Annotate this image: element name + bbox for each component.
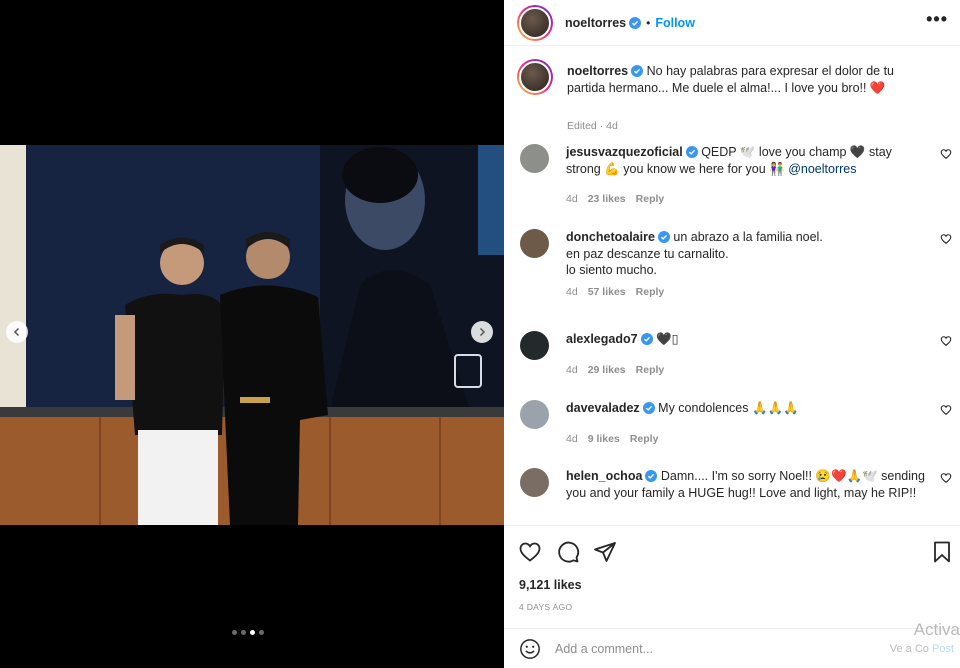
comment-input[interactable] xyxy=(555,641,855,656)
bookmark-icon[interactable] xyxy=(930,540,954,564)
commenter-avatar[interactable] xyxy=(520,331,549,360)
more-options-icon[interactable]: ••• xyxy=(926,10,948,28)
caption-meta: Edited · 4d xyxy=(567,120,618,132)
comment-icon[interactable] xyxy=(556,540,580,564)
watermark-sub-text: Ve a Co xyxy=(889,643,929,655)
commenter-avatar[interactable] xyxy=(520,144,549,173)
reply-button[interactable]: Reply xyxy=(636,193,665,205)
post-photo[interactable] xyxy=(0,145,504,525)
commenter-username[interactable]: alexlegado7 xyxy=(566,332,638,346)
comment-time: 4d xyxy=(566,364,578,376)
comment-likes[interactable]: 9 likes xyxy=(588,433,620,445)
comment-meta: 4d 9 likes Reply xyxy=(566,433,668,445)
comment-time: 4d xyxy=(566,286,578,298)
heart-icon[interactable] xyxy=(940,233,952,245)
comment-mention[interactable]: @noeltorres xyxy=(788,162,856,176)
post-button[interactable]: Post xyxy=(932,643,954,655)
reply-button[interactable]: Reply xyxy=(636,364,665,376)
verified-icon xyxy=(657,231,670,243)
comment-likes[interactable]: 57 likes xyxy=(588,286,626,298)
comment-likes[interactable]: 23 likes xyxy=(588,193,626,205)
commenter-avatar[interactable] xyxy=(520,229,549,258)
comment-meta: 4d 29 likes Reply xyxy=(566,364,674,376)
comment-time: 4d xyxy=(566,193,578,205)
post-media xyxy=(0,0,504,668)
heart-icon[interactable] xyxy=(940,472,952,484)
verified-icon xyxy=(685,146,698,158)
carousel-dot xyxy=(232,630,237,635)
chevron-right-icon xyxy=(479,327,486,337)
commenter-username[interactable]: donchetoalaire xyxy=(566,230,655,244)
comment-meta: 4d 23 likes Reply xyxy=(566,193,674,205)
carousel-indicator xyxy=(232,630,264,635)
action-bar: 9,121 likes 4 DAYS AGO xyxy=(504,525,960,625)
follow-button[interactable]: Follow xyxy=(655,16,695,30)
commenter-username[interactable]: jesusvazquezoficial xyxy=(566,145,683,159)
heart-icon[interactable] xyxy=(940,148,952,160)
commenter-avatar[interactable] xyxy=(520,400,549,429)
carousel-prev-button[interactable] xyxy=(6,321,28,343)
caption-username[interactable]: noeltorres xyxy=(567,64,628,78)
chevron-left-icon xyxy=(13,327,20,337)
activation-watermark-sub: Ve a Co Post xyxy=(890,643,954,655)
carousel-dot xyxy=(250,630,255,635)
post-panel: noeltorres • Follow ••• noeltorres No ha… xyxy=(504,0,960,668)
carousel-dot xyxy=(241,630,246,635)
caption-avatar[interactable] xyxy=(517,59,553,95)
author-username[interactable]: noeltorres xyxy=(565,16,626,30)
activation-watermark: Activa xyxy=(913,620,960,639)
comment-likes[interactable]: 29 likes xyxy=(588,364,626,376)
commenter-avatar[interactable] xyxy=(520,468,549,497)
header-separator: • xyxy=(646,15,651,30)
comment-text: 🖤▯ xyxy=(656,332,679,346)
heart-icon[interactable] xyxy=(940,335,952,347)
reply-button[interactable]: Reply xyxy=(636,286,665,298)
carousel-next-button[interactable] xyxy=(471,321,493,343)
likes-count[interactable]: 9,121 likes xyxy=(519,578,582,592)
comments-list[interactable]: noeltorres No hay palabras para expresar… xyxy=(504,47,960,525)
reply-button[interactable]: Reply xyxy=(630,433,659,445)
verified-icon xyxy=(642,402,655,414)
post-header: noeltorres • Follow ••• xyxy=(504,0,960,46)
verified-icon xyxy=(640,333,653,345)
comment-text: My condolences 🙏🙏🙏 xyxy=(658,401,799,415)
verified-icon xyxy=(631,65,644,77)
carousel-dot xyxy=(259,630,264,635)
verified-icon xyxy=(629,16,642,29)
author-avatar[interactable] xyxy=(517,4,553,41)
commenter-username[interactable]: helen_ochoa xyxy=(566,469,642,483)
post-time: 4 DAYS AGO xyxy=(519,602,573,612)
verified-icon xyxy=(645,470,658,482)
comment-meta: 4d 57 likes Reply xyxy=(566,286,674,298)
heart-icon[interactable] xyxy=(518,540,542,564)
comment-time: 4d xyxy=(566,433,578,445)
share-icon[interactable] xyxy=(593,540,617,564)
commenter-username[interactable]: davevaladez xyxy=(566,401,640,415)
emoji-icon[interactable] xyxy=(519,638,541,660)
heart-icon[interactable] xyxy=(940,404,952,416)
